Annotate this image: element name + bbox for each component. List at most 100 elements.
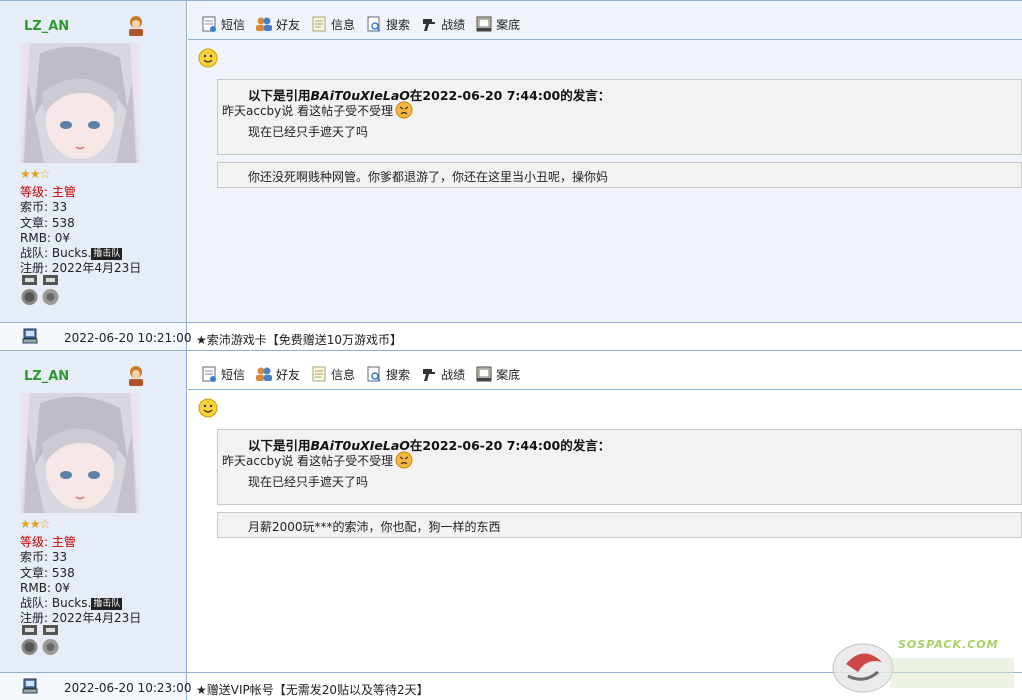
user-sidebar: LZ_AN ★★☆ 等级: 主管 索币: 33 文章: 538 RMB: 0¥ … [0,1,187,322]
level-value: 主管 [51,535,76,549]
record-label: 战绩 [441,17,466,32]
user-sidebar: LZ_AN ★★☆ 等级: 主管 索币: 33 文章: 538 RMB: 0¥ … [0,351,187,672]
search-label: 搜索 [386,367,411,382]
info-button[interactable]: 信息 [310,15,355,33]
post-content: 短信 好友 信息 搜索 战绩 案底 以下是引用BAiT0uXIeLaO在2022… [188,351,1022,672]
user-stats: 等级: 主管 索币: 33 文章: 538 RMB: 0¥ 战队: Bucks.… [20,535,141,627]
computer-icon[interactable] [22,328,38,344]
watermark-text: SOSPACK.COM [898,638,999,651]
post-content: 短信 好友 信息 搜索 战绩 案底 以下是引用BAiT0uXIeLaO在2022… [188,1,1022,322]
post-timestamp: 2022-06-20 10:23:00 [64,681,192,695]
record-label: 战绩 [441,367,466,382]
quote-text-line-2: 现在已经只手遮天了吗 [248,125,369,139]
medals [20,625,60,659]
medal-icon [21,625,38,655]
medal-icon [42,275,59,305]
post-footer: 2022-06-20 10:21:00 ★索沛游戏卡【免费赠送10万游戏币】 [0,322,1022,351]
search-icon [367,366,381,382]
message-button[interactable]: 短信 [200,15,245,33]
quote-text-line-1: 昨天accby说 看这帖子受不受理 [222,451,413,469]
computer-icon[interactable] [22,678,38,694]
post-body: LZ_AN ★★☆ 等级: 主管 索币: 33 文章: 538 RMB: 0¥ … [0,350,1022,672]
reply-text: 你还没死啊贱种网管。你爹都退游了，你还在这里当小丑呢，操你妈 [248,170,609,184]
info-label: 信息 [331,17,356,32]
history-icon [476,366,492,382]
search-button[interactable]: 搜索 [365,15,410,33]
smiley-icon [198,398,218,418]
friends-icon [256,367,273,381]
history-button[interactable]: 案底 [475,15,520,33]
medals [20,275,60,309]
team: 战队: Bucks. [20,246,92,261]
signature-link[interactable]: ★赠送VIP帐号【无需发20贴以及等待2天】 [196,681,429,698]
articles: 文章: 538 [20,565,75,580]
username[interactable]: LZ_AN [24,369,69,384]
user-gender-icon [129,366,143,386]
info-icon [312,366,326,382]
post-toolbar: 短信 好友 信息 搜索 战绩 案底 [200,14,530,34]
toolbar-divider [188,39,1022,40]
team: 战队: Bucks. [20,596,92,611]
message-label: 短信 [221,367,246,382]
message-icon [202,366,216,382]
level-value: 主管 [51,185,76,199]
info-label: 信息 [331,367,356,382]
history-button[interactable]: 案底 [475,365,520,383]
team-badge: 撸击队 [91,248,123,261]
friends-button[interactable]: 好友 [255,15,300,33]
medal-icon [42,625,59,655]
toolbar-divider [188,389,1022,390]
history-label: 案底 [496,367,521,382]
smiley-icon [198,48,218,68]
reply-block: 月薪2000玩***的索沛，你也配，狗一样的东西 [217,512,1022,538]
friends-label: 好友 [276,17,301,32]
record-button[interactable]: 战绩 [420,365,465,383]
articles: 文章: 538 [20,215,75,230]
username[interactable]: LZ_AN [24,19,69,34]
info-button[interactable]: 信息 [310,365,355,383]
record-icon [423,19,436,31]
post-timestamp: 2022-06-20 10:21:00 [64,331,192,345]
signature-link[interactable]: ★索沛游戏卡【免费赠送10万游戏币】 [196,331,402,348]
avatar[interactable] [20,393,140,513]
search-icon [367,16,381,32]
friends-button[interactable]: 好友 [255,365,300,383]
user-stats: 等级: 主管 索币: 33 文章: 538 RMB: 0¥ 战队: Bucks.… [20,185,141,277]
user-gender-icon [129,16,143,36]
level-label: 等级: [20,535,49,549]
post-1: LZ_AN ★★☆ 等级: 主管 索币: 33 文章: 538 RMB: 0¥ … [0,0,1022,352]
quote-block: 以下是引用BAiT0uXIeLaO在2022-06-20 7:44:00的发言：… [217,429,1022,505]
friends-icon [256,17,273,31]
friends-label: 好友 [276,367,301,382]
rmb: RMB: 0¥ [20,230,71,245]
rank-stars: ★★☆ [20,517,50,531]
angry-face-icon [395,101,413,119]
post-toolbar: 短信 好友 信息 搜索 战绩 案底 [200,364,530,384]
search-button[interactable]: 搜索 [365,365,410,383]
reply-text: 月薪2000玩***的索沛，你也配，狗一样的东西 [248,520,501,534]
message-label: 短信 [221,17,246,32]
message-icon [202,16,216,32]
info-icon [312,16,326,32]
history-icon [476,16,492,32]
message-button[interactable]: 短信 [200,365,245,383]
history-label: 案底 [496,17,521,32]
rmb: RMB: 0¥ [20,580,71,595]
angry-face-icon [395,451,413,469]
reply-block: 你还没死啊贱种网管。你爹都退游了，你还在这里当小丑呢，操你妈 [217,162,1022,188]
record-button[interactable]: 战绩 [420,15,465,33]
search-label: 搜索 [386,17,411,32]
level-label: 等级: [20,185,49,199]
medal-icon [21,275,38,305]
avatar[interactable] [20,43,140,163]
post-body: LZ_AN ★★☆ 等级: 主管 索币: 33 文章: 538 RMB: 0¥ … [0,0,1022,322]
quote-text-line-2: 现在已经只手遮天了吗 [248,475,369,489]
record-icon [423,369,436,381]
site-watermark: SOSPACK.COM [828,632,1018,698]
team-badge: 撸击队 [91,598,123,611]
rank-stars: ★★☆ [20,167,50,181]
quote-block: 以下是引用BAiT0uXIeLaO在2022-06-20 7:44:00的发言：… [217,79,1022,155]
quote-text-line-1: 昨天accby说 看这帖子受不受理 [222,101,413,119]
coins: 索币: 33 [20,200,68,215]
coins: 索币: 33 [20,550,68,565]
